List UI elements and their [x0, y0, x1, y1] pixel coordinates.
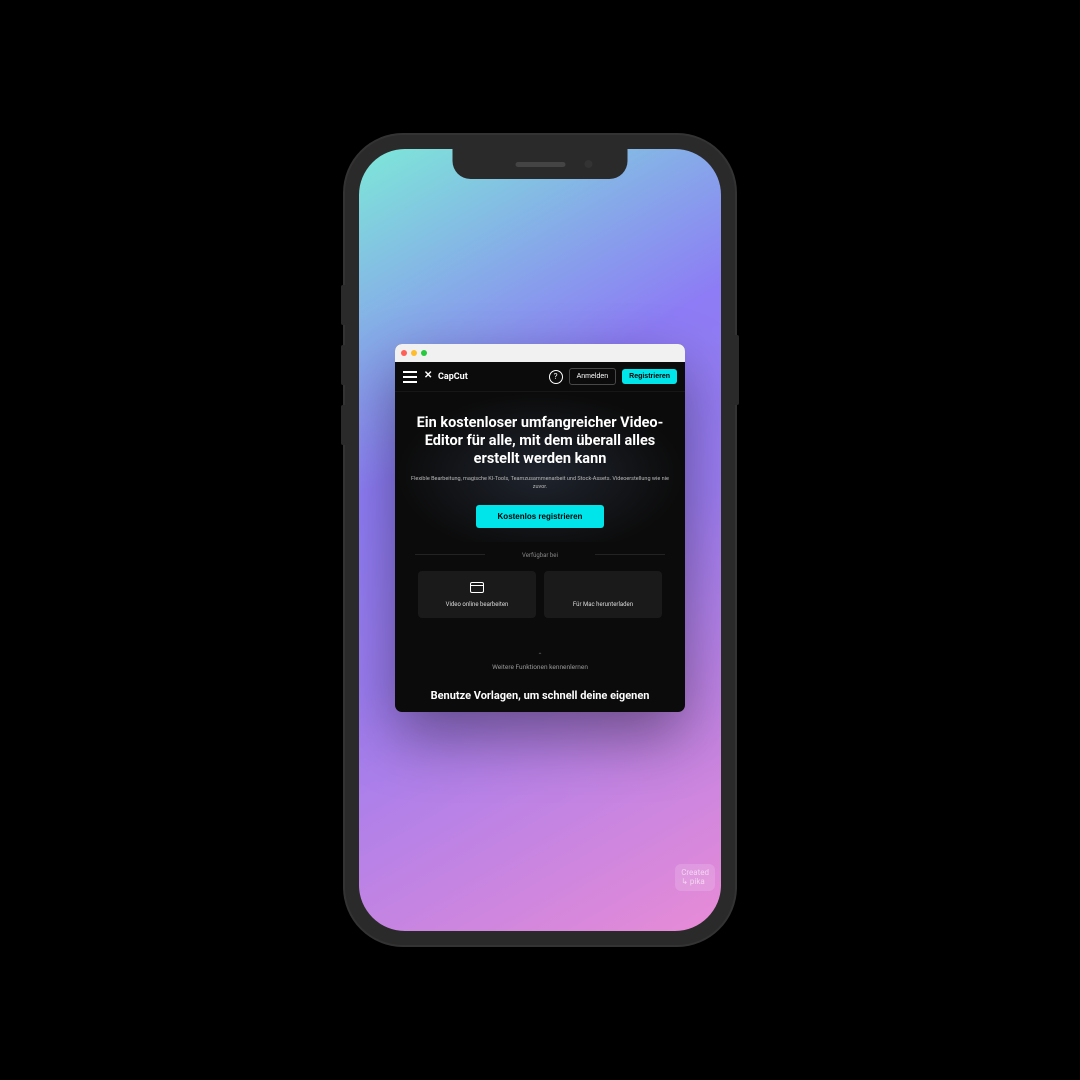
available-divider-label: Verfügbar bei: [395, 542, 685, 567]
login-button[interactable]: Anmelden: [569, 368, 617, 385]
zoom-dot-icon[interactable]: [421, 350, 427, 356]
edit-online-label: Video online bearbeiten: [446, 601, 509, 608]
brand-name: CapCut: [438, 372, 468, 382]
hamburger-menu-icon[interactable]: [403, 371, 417, 383]
download-mac-label: Für Mac herunterladen: [573, 601, 633, 608]
window-titlebar: [395, 344, 685, 362]
chevron-up-icon: ⌃: [395, 652, 685, 659]
watermark-line1: Created: [681, 868, 709, 877]
browser-window: CapCut ? Anmelden Registrieren Ein koste…: [395, 344, 685, 712]
close-dot-icon[interactable]: [401, 350, 407, 356]
watermark-line2: pika: [690, 877, 705, 886]
front-camera: [585, 160, 593, 168]
learn-more-label: Weitere Funktionen kennenlernen: [492, 663, 588, 671]
speaker-slot: [515, 162, 565, 167]
templates-heading: Benutze Vorlagen, um schnell deine eigen…: [395, 685, 685, 712]
platform-cards: Video online bearbeiten Für Mac herunter…: [395, 567, 685, 634]
phone-notch: [453, 149, 628, 179]
app-header: CapCut ? Anmelden Registrieren: [395, 362, 685, 392]
learn-more[interactable]: ⌃ Weitere Funktionen kennenlernen: [395, 634, 685, 685]
hero-title: Ein kostenloser umfangreicher Video-Edit…: [409, 414, 671, 468]
download-mac-card[interactable]: Für Mac herunterladen: [544, 571, 662, 618]
logo-mark-icon: [423, 371, 435, 383]
watermark: Created ↳ pika: [675, 864, 715, 891]
phone-screen: CapCut ? Anmelden Registrieren Ein koste…: [359, 149, 721, 931]
register-button[interactable]: Registrieren: [622, 369, 677, 384]
minimize-dot-icon[interactable]: [411, 350, 417, 356]
help-icon[interactable]: ?: [549, 370, 563, 384]
browser-window-icon: [470, 581, 484, 595]
cta-register-button[interactable]: Kostenlos registrieren: [476, 505, 605, 528]
phone-frame: CapCut ? Anmelden Registrieren Ein koste…: [345, 135, 735, 945]
hero-subtitle: Flexible Bearbeitung, magische KI-Tools,…: [409, 476, 671, 491]
hero-section: Ein kostenloser umfangreicher Video-Edit…: [395, 392, 685, 542]
edit-online-card[interactable]: Video online bearbeiten: [418, 571, 536, 618]
brand-logo[interactable]: CapCut: [423, 371, 468, 383]
